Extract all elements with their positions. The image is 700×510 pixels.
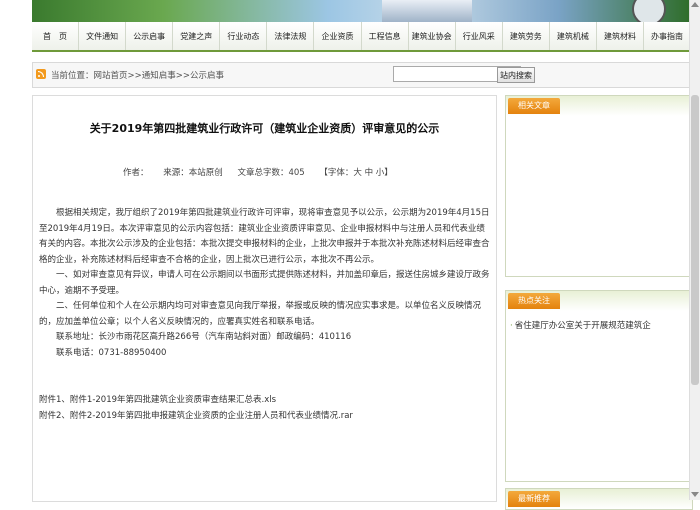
related-articles-title: 相关文章 [508, 98, 560, 114]
nav-item-association[interactable]: 建筑业协会 [409, 22, 456, 50]
main-nav: 首 页 文件通知 公示启事 党建之声 行业动态 法律法规 企业资质 工程信息 建… [32, 22, 690, 52]
related-articles-panel: 相关文章 [505, 95, 693, 277]
attachment-link-2[interactable]: 附件2、附件2-2019年第四批申报建筑企业资质的企业注册人员和代表业绩情况.r… [39, 409, 491, 425]
banner-building-image [382, 0, 472, 22]
author-label: 作者： [123, 168, 149, 178]
nav-item-party[interactable]: 党建之声 [173, 22, 221, 50]
article-paragraph: 根据相关规定，我厅组织了2019年第四批建筑业行政许可评审，现将审查意见予以公示… [39, 208, 490, 265]
scroll-up-icon[interactable] [691, 2, 699, 7]
header-banner [32, 0, 690, 22]
scroll-thumb[interactable] [691, 95, 699, 385]
search-button[interactable]: 站内搜索 [497, 67, 535, 83]
hot-topics-title: 热点关注 [508, 293, 560, 309]
nav-item-style[interactable]: 行业风采 [456, 22, 503, 50]
rss-icon [36, 69, 46, 79]
contact-address: 联系地址：长沙市雨花区高升路266号（汽车南站斜对面）邮政编码：410116 [56, 332, 352, 342]
hot-topics-panel: 热点关注 · 省住建厅办公室关于开展规范建筑企 [505, 290, 693, 482]
latest-recommend-title: 最新推荐 [508, 491, 560, 507]
article-title: 关于2019年第四批建筑业行政许可（建筑业企业资质）评审意见的公示 [89, 122, 440, 135]
nav-item-home[interactable]: 首 页 [32, 22, 80, 50]
nav-item-machinery[interactable]: 建筑机械 [550, 22, 597, 50]
nav-item-labor[interactable]: 建筑劳务 [503, 22, 550, 50]
article-meta: 作者： 来源：本站原创 文章总字数：405 【字体：大 中 小】 [123, 166, 483, 178]
banner-emblem [632, 0, 666, 22]
breadcrumb[interactable]: 当前位置：网站首页>>通知启事>>公示启事 [51, 69, 224, 81]
nav-item-laws[interactable]: 法律法规 [267, 22, 315, 50]
nav-item-materials[interactable]: 建筑材料 [597, 22, 645, 50]
hot-topic-item[interactable]: · 省住建厅办公室关于开展规范建筑企 [510, 319, 688, 333]
nav-item-notices[interactable]: 文件通知 [79, 22, 127, 50]
nav-item-qualification[interactable]: 企业资质 [314, 22, 362, 50]
article-panel: 关于2019年第四批建筑业行政许可（建筑业企业资质）评审意见的公示 作者： 来源… [32, 95, 497, 502]
related-articles-header: 相关文章 [506, 96, 692, 116]
location-bar: 当前位置：网站首页>>通知启事>>公示启事 站内搜索 [32, 62, 693, 88]
attachment-link-1[interactable]: 附件1、附件1-2019年第四批建筑企业资质审查结果汇总表.xls [39, 393, 491, 409]
nav-item-projects[interactable]: 工程信息 [362, 22, 409, 50]
hot-topic-link[interactable]: 省住建厅办公室关于开展规范建筑企 [515, 321, 651, 331]
article-paragraph: 一、如对审查意见有异议，申请人可在公示期间以书面形式提供陈述材料，并加盖印章后，… [39, 270, 490, 296]
font-size-control[interactable]: 【字体：大 中 小】 [319, 168, 392, 178]
latest-recommend-header: 最新推荐 [506, 489, 692, 509]
page-scrollbar[interactable] [689, 0, 700, 500]
bullet-icon: · [510, 321, 513, 331]
nav-item-announcements[interactable]: 公示启事 [126, 22, 174, 50]
nav-item-news[interactable]: 行业动态 [220, 22, 268, 50]
nav-item-guide[interactable]: 办事指南 [644, 22, 690, 50]
article-body: 根据相关规定，我厅组织了2019年第四批建筑业行政许可评审，现将审查意见予以公示… [39, 206, 491, 424]
article-paragraph: 二、任何单位和个人在公示期内均可对审查意见向我厅举报，举报或反映的情况应实事求是… [39, 301, 482, 327]
contact-phone: 联系电话：0731-88950400 [56, 347, 167, 358]
latest-recommend-panel: 最新推荐 [505, 488, 693, 510]
wordcount-label: 文章总字数：405 [237, 168, 305, 178]
source-label: 来源：本站原创 [163, 168, 223, 178]
scroll-down-icon[interactable] [691, 492, 699, 497]
hot-topics-header: 热点关注 [506, 291, 692, 311]
